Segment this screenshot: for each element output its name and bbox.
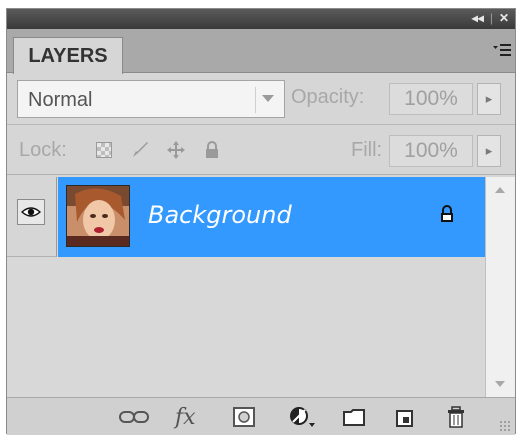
- layer-style-icon[interactable]: fx: [175, 404, 196, 430]
- new-layer-icon[interactable]: [395, 406, 415, 428]
- layer-selected-body[interactable]: Background: [58, 177, 485, 257]
- layer-lock-icon: [439, 205, 455, 228]
- panel-titlebar: ◂◂ | ✕: [7, 9, 515, 29]
- fill-flyout-button[interactable]: ▸: [477, 135, 501, 167]
- chevron-right-icon: ▸: [485, 143, 493, 158]
- link-layers-icon[interactable]: [119, 406, 149, 428]
- titlebar-divider: |: [489, 11, 493, 25]
- blend-mode-select[interactable]: Normal: [17, 80, 285, 118]
- adjustment-layer-icon[interactable]: [289, 406, 315, 428]
- fill-label: Fill:: [351, 139, 383, 161]
- panel-menu-icon[interactable]: [493, 41, 511, 62]
- layers-scrollbar[interactable]: [485, 177, 515, 397]
- tab-strip: LAYERS: [7, 29, 515, 74]
- layers-bottom-toolbar: fx: [7, 397, 515, 435]
- blend-mode-value: Normal: [28, 89, 93, 111]
- lock-label: Lock:: [19, 139, 67, 161]
- eye-icon[interactable]: [17, 199, 45, 225]
- fx-label: fx: [175, 404, 196, 430]
- delete-layer-icon[interactable]: [447, 406, 465, 428]
- new-group-icon[interactable]: [343, 406, 365, 428]
- tab-layers-label: LAYERS: [28, 44, 108, 67]
- select-divider: [255, 87, 256, 113]
- lock-transparent-pixels-icon[interactable]: [93, 139, 115, 161]
- opacity-flyout-button[interactable]: ▸: [477, 83, 501, 115]
- scroll-up-arrow[interactable]: [495, 187, 505, 193]
- chevron-down-icon: [262, 95, 274, 102]
- chevron-right-icon: ▸: [485, 91, 493, 106]
- visibility-cell[interactable]: [7, 177, 57, 257]
- resize-grip[interactable]: [499, 420, 511, 432]
- lock-image-pixels-icon[interactable]: [129, 139, 151, 161]
- lock-position-icon[interactable]: [165, 139, 187, 161]
- layers-list: Background: [7, 177, 485, 397]
- opacity-label: Opacity:: [291, 86, 365, 108]
- scroll-down-arrow[interactable]: [495, 381, 505, 387]
- layer-name[interactable]: Background: [148, 201, 292, 229]
- lock-fill-row: Lock: Fill: 100% ▸: [7, 127, 515, 175]
- layers-panel: ◂◂ | ✕ LAYERS Normal Opacity: 100% ▸ Loc…: [6, 8, 516, 435]
- lock-icons: [93, 139, 223, 161]
- layer-thumbnail: [66, 185, 130, 247]
- lock-all-icon[interactable]: [201, 139, 223, 161]
- blend-opacity-row: Normal Opacity: 100% ▸: [7, 75, 515, 125]
- tab-layers[interactable]: LAYERS: [13, 37, 123, 74]
- opacity-value: 100%: [404, 87, 458, 110]
- layer-row-background[interactable]: Background: [7, 177, 485, 257]
- close-icon[interactable]: ✕: [499, 11, 509, 25]
- fill-value: 100%: [404, 139, 458, 162]
- opacity-input[interactable]: 100%: [389, 83, 473, 115]
- collapse-icon[interactable]: ◂◂: [472, 11, 484, 25]
- add-mask-icon[interactable]: [233, 406, 255, 428]
- fill-input[interactable]: 100%: [389, 135, 473, 167]
